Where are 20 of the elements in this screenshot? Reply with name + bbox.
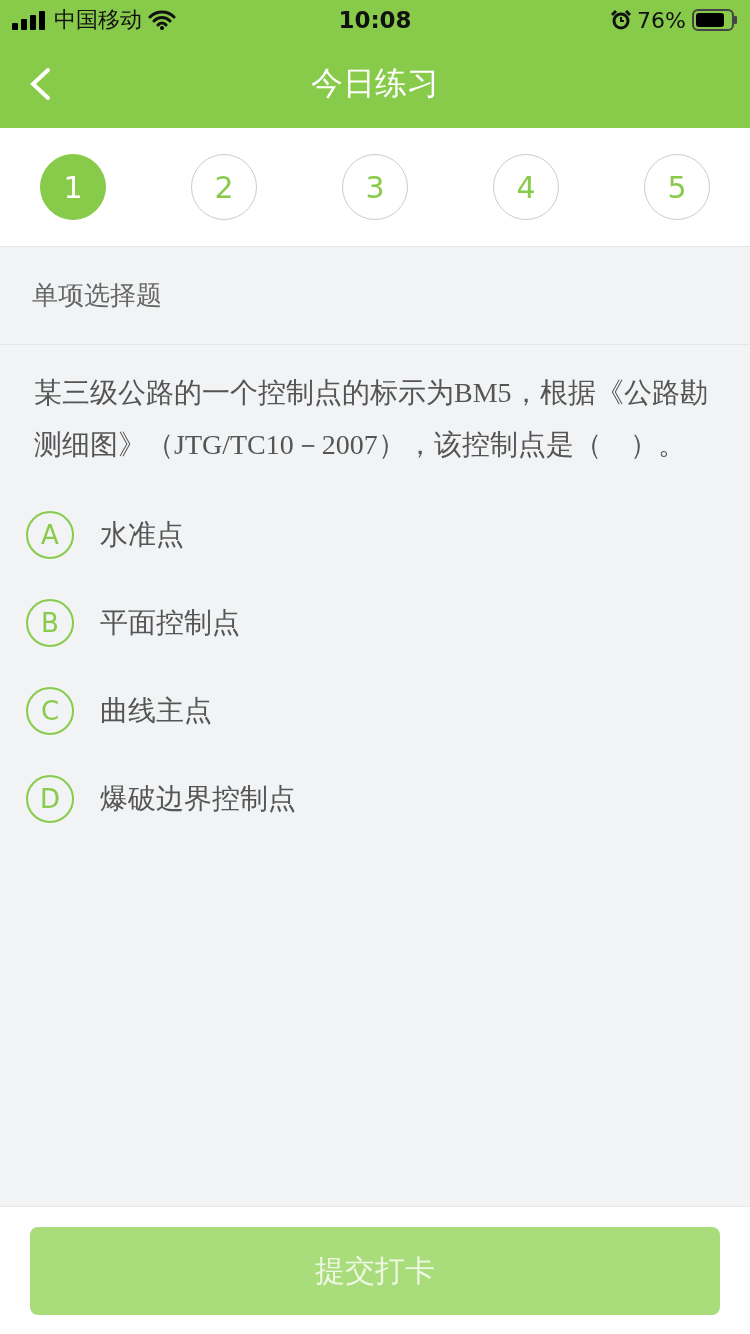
answer-option[interactable]: C 曲线主点 [0,667,750,755]
carrier-name: 中国移动 [54,6,142,34]
question-number-tab[interactable]: 3 [342,154,408,220]
question-text: 某三级公路的一个控制点的标示为BM5，根据《公路勘测细图》（JTG/TC10－2007），该控制点是（ ）。 [34,376,709,462]
question-number-tab[interactable]: 4 [493,154,559,220]
battery-percent: 76% [637,7,686,33]
answer-option[interactable]: B 平面控制点 [0,579,750,667]
answer-option[interactable]: A 水准点 [0,491,750,579]
signal-icon [12,10,48,30]
answer-option[interactable]: D 爆破边界控制点 [0,755,750,843]
clock-time: 10:08 [338,7,412,33]
question-number-tab[interactable]: 2 [191,154,257,220]
back-button[interactable] [28,67,52,101]
wifi-icon [148,10,176,30]
question-number-tab[interactable]: 1 [40,154,106,220]
question-type: 单项选择题 [32,279,162,312]
alarm-icon [611,10,632,30]
battery-icon [692,9,738,31]
question-number-tab[interactable]: 5 [644,154,710,220]
page-title: 今日练习 [311,63,439,104]
